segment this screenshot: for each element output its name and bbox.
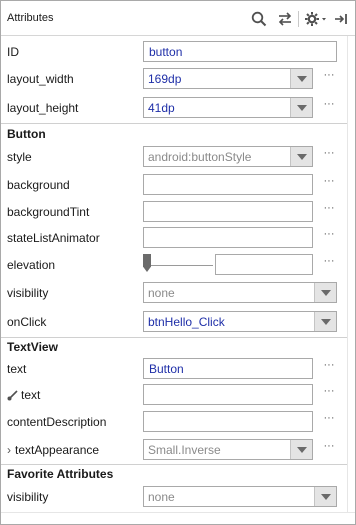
text-appearance-value: Small.Inverse: [148, 443, 221, 457]
swap-icon[interactable]: [275, 9, 295, 29]
state-list-animator-more-button[interactable]: ···: [321, 229, 337, 243]
panel-title: Attributes: [7, 12, 54, 24]
tools-text-field[interactable]: [143, 384, 313, 405]
fav-visibility-label: visibility: [7, 490, 49, 504]
content-description-label: contentDescription: [7, 415, 107, 429]
visibility-label: visibility: [7, 286, 49, 300]
background-tint-more-button[interactable]: ···: [321, 203, 337, 217]
dock-icon[interactable]: [331, 9, 351, 29]
style-label: style: [7, 150, 32, 164]
row-visibility: visibility none: [1, 279, 347, 307]
layout-height-combo[interactable]: 41dp: [143, 97, 313, 118]
brush-icon: [7, 390, 18, 401]
row-text: text Button ···: [1, 355, 347, 383]
horizontal-scrollbar[interactable]: [1, 512, 355, 524]
visibility-combo[interactable]: none: [143, 282, 337, 303]
header-separator: [298, 11, 299, 27]
row-fav-visibility: visibility none: [1, 483, 347, 511]
chevron-right-icon[interactable]: ›: [7, 443, 11, 457]
background-field[interactable]: [143, 174, 313, 195]
tools-text-more-button[interactable]: ···: [321, 386, 337, 400]
chevron-down-icon[interactable]: [314, 487, 336, 506]
gear-icon[interactable]: [303, 9, 329, 29]
text-field[interactable]: Button: [143, 358, 313, 379]
section-textview-title: TextView: [7, 340, 58, 354]
background-more-button[interactable]: ···: [321, 176, 337, 190]
elevation-field[interactable]: [215, 254, 313, 275]
vertical-scrollbar[interactable]: [347, 36, 355, 512]
text-label: text: [7, 362, 27, 376]
layout-width-more-button[interactable]: ···: [321, 70, 337, 84]
onclick-label: onClick: [7, 315, 47, 329]
chevron-down-icon[interactable]: [290, 440, 312, 459]
text-appearance-label-text: textAppearance: [15, 443, 100, 457]
id-value: button: [149, 45, 183, 59]
layout-width-label: layout_width: [7, 72, 74, 86]
text-more-button[interactable]: ···: [321, 360, 337, 374]
content-description-more-button[interactable]: ···: [321, 413, 337, 427]
row-style: style android:buttonStyle ···: [1, 143, 347, 171]
onclick-combo[interactable]: btnHello_Click: [143, 311, 337, 332]
layout-height-more-button[interactable]: ···: [321, 99, 337, 113]
row-elevation: elevation ···: [1, 251, 347, 279]
row-background: background ···: [1, 171, 347, 199]
attributes-list[interactable]: ID button layout_width 169dp ··· layout_…: [1, 36, 347, 512]
style-combo[interactable]: android:buttonStyle: [143, 146, 313, 167]
text-appearance-combo[interactable]: Small.Inverse: [143, 439, 313, 460]
background-tint-field[interactable]: [143, 201, 313, 222]
elevation-more-button[interactable]: ···: [321, 256, 337, 270]
section-divider: [1, 337, 347, 338]
background-label: background: [7, 178, 70, 192]
onclick-value: btnHello_Click: [148, 315, 225, 329]
section-divider: [1, 123, 347, 124]
chevron-down-icon[interactable]: [290, 69, 312, 88]
chevron-down-icon[interactable]: [314, 312, 336, 331]
row-id: ID button: [1, 38, 347, 66]
fav-visibility-combo[interactable]: none: [143, 486, 337, 507]
chevron-down-icon[interactable]: [290, 98, 312, 117]
elevation-slider-track[interactable]: [151, 265, 213, 266]
state-list-animator-field[interactable]: [143, 227, 313, 248]
text-appearance-label[interactable]: › textAppearance: [7, 443, 99, 457]
style-value: android:buttonStyle: [148, 150, 252, 164]
section-favorite-title: Favorite Attributes: [7, 467, 114, 481]
state-list-animator-label: stateListAnimator: [7, 231, 100, 245]
row-text-appearance: › textAppearance Small.Inverse ···: [1, 436, 347, 464]
attributes-panel: Attributes ID button layout_width 169dp: [0, 0, 356, 525]
text-value: Button: [149, 362, 184, 376]
row-layout-height: layout_height 41dp ···: [1, 94, 347, 122]
chevron-down-icon[interactable]: [314, 283, 336, 302]
row-tools-text: text ···: [1, 381, 347, 409]
elevation-slider-thumb[interactable]: [143, 254, 151, 272]
tools-text-label: text: [7, 388, 40, 402]
row-layout-width: layout_width 169dp ···: [1, 65, 347, 93]
chevron-down-icon[interactable]: [290, 147, 312, 166]
elevation-label: elevation: [7, 258, 56, 272]
id-field[interactable]: button: [143, 41, 337, 62]
search-icon[interactable]: [249, 9, 269, 29]
layout-width-combo[interactable]: 169dp: [143, 68, 313, 89]
section-divider: [1, 464, 347, 465]
panel-header: Attributes: [1, 1, 355, 36]
background-tint-label: backgroundTint: [7, 205, 90, 219]
fav-visibility-value: none: [148, 490, 175, 504]
layout-width-value: 169dp: [148, 72, 182, 86]
visibility-value: none: [148, 286, 175, 300]
layout-height-value: 41dp: [148, 101, 175, 115]
row-content-description: contentDescription ···: [1, 408, 347, 436]
text-appearance-more-button[interactable]: ···: [321, 441, 337, 455]
content-description-field[interactable]: [143, 411, 313, 432]
id-label: ID: [7, 45, 19, 59]
layout-height-label: layout_height: [7, 101, 79, 115]
row-state-list-animator: stateListAnimator ···: [1, 224, 347, 252]
section-button-title: Button: [7, 127, 46, 141]
tools-text-label-text: text: [21, 388, 41, 402]
style-more-button[interactable]: ···: [321, 148, 337, 162]
row-onclick: onClick btnHello_Click: [1, 308, 347, 336]
row-background-tint: backgroundTint ···: [1, 198, 347, 226]
